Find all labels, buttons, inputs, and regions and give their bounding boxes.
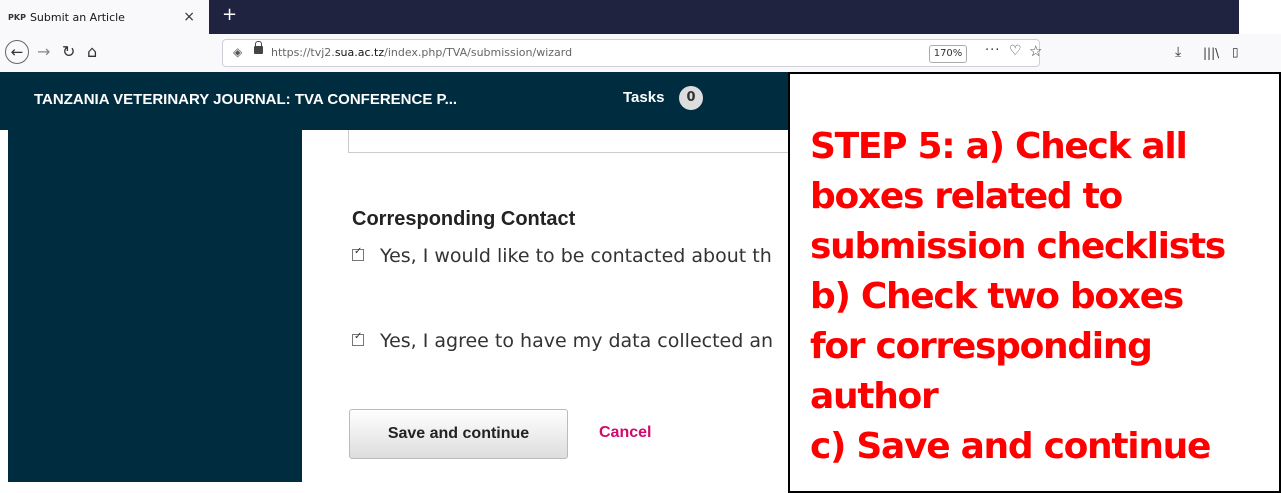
tab-close-icon[interactable]: × [183, 9, 195, 25]
pocket-icon[interactable]: ♡ [1009, 43, 1022, 59]
download-icon[interactable]: ⤓ [1175, 44, 1181, 60]
sidebar-icon[interactable]: ▯ [1232, 45, 1239, 59]
instruction-callout: STEP 5: a) Check all boxes related to su… [788, 72, 1281, 493]
data-consent-checkbox[interactable] [352, 331, 364, 346]
shield-icon[interactable]: ◈ [233, 45, 242, 59]
navigation-bar: ← → ↻ ⌂ ◈ https://tvj2.sua.ac.tz/index.p… [0, 34, 1281, 73]
library-icon[interactable]: |||\ [1203, 46, 1219, 60]
cancel-link[interactable]: Cancel [599, 424, 651, 442]
instruction-line: b) Check two boxes [810, 276, 1184, 317]
contact-consent-checkbox[interactable] [352, 246, 364, 261]
data-consent-row[interactable]: Yes, I agree to have my data collected a… [352, 330, 773, 352]
corresponding-contact-heading: Corresponding Contact [352, 208, 576, 230]
contact-consent-label: Yes, I would like to be contacted about … [380, 245, 772, 267]
pkp-favicon-icon: PKP [8, 12, 26, 22]
new-tab-icon[interactable]: + [222, 4, 237, 25]
forward-icon[interactable]: → [37, 43, 50, 61]
instruction-line: boxes related to [810, 176, 1123, 217]
page-actions-icon[interactable]: ··· [985, 43, 1000, 58]
bookmark-star-icon[interactable]: ☆ [1029, 42, 1042, 60]
tasks-link[interactable]: Tasks [623, 89, 664, 106]
url-bar[interactable]: ◈ https://tvj2.sua.ac.tz/index.php/TVA/s… [222, 39, 1042, 67]
lock-icon[interactable] [254, 41, 263, 54]
zoom-level[interactable]: 170% [929, 45, 967, 63]
instruction-line: author [810, 376, 939, 417]
url-text[interactable]: https://tvj2.sua.ac.tz/index.php/TVA/sub… [271, 46, 572, 59]
sidebar [8, 130, 302, 482]
tab-title: Submit an Article [29, 10, 125, 24]
instruction-line: submission checklists [810, 226, 1226, 267]
instruction-line: for corresponding [810, 326, 1153, 367]
save-and-continue-button[interactable]: Save and continue [349, 409, 568, 459]
home-icon[interactable]: ⌂ [87, 43, 97, 61]
tab-strip: PKP Submit an Article × + [0, 0, 1239, 34]
browser-tab[interactable]: PKP Submit an Article × [0, 0, 209, 34]
contact-consent-row[interactable]: Yes, I would like to be contacted about … [352, 245, 772, 267]
data-consent-label: Yes, I agree to have my data collected a… [380, 330, 773, 352]
back-icon[interactable]: ← [5, 40, 29, 64]
journal-title[interactable]: TANZANIA VETERINARY JOURNAL: TVA CONFERE… [34, 91, 457, 108]
reload-icon[interactable]: ↻ [62, 43, 75, 61]
instruction-line: STEP 5: a) Check all [810, 126, 1188, 167]
tasks-count-badge[interactable]: 0 [679, 86, 703, 110]
previous-field-box [348, 130, 789, 153]
instruction-line: c) Save and continue [810, 426, 1211, 467]
